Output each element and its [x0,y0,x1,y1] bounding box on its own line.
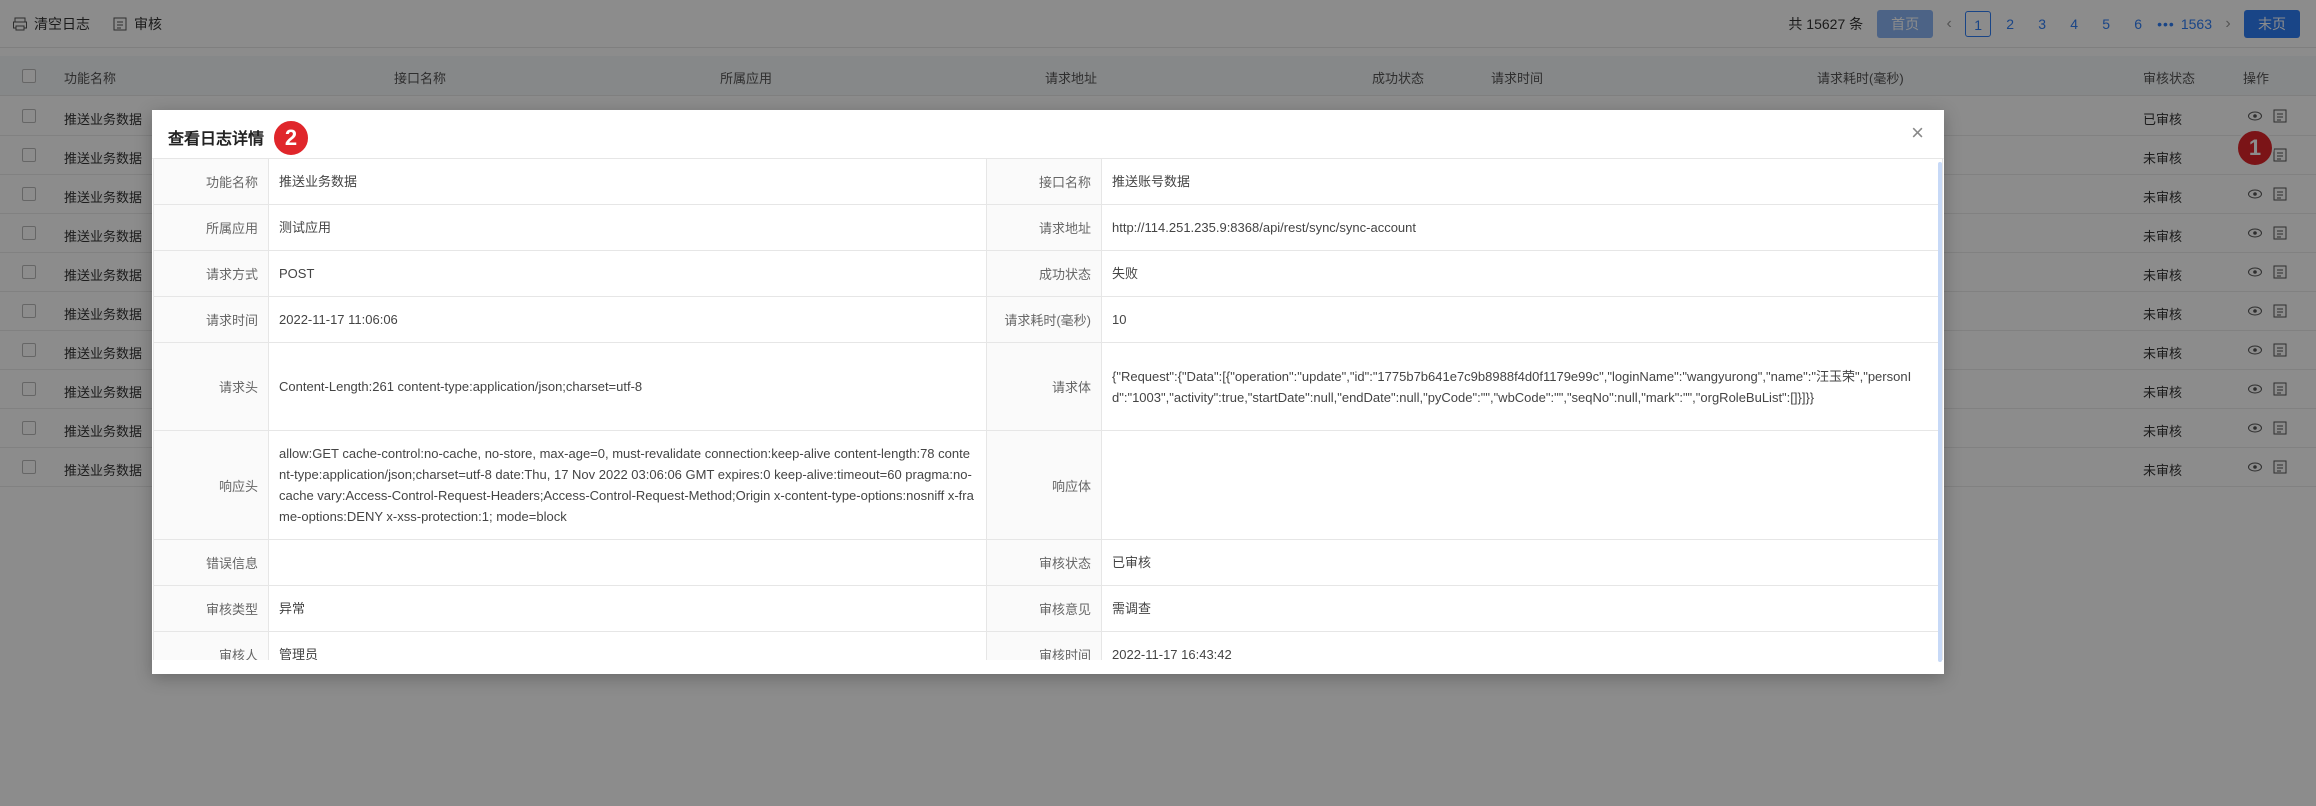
detail-label: 审核意见 [986,585,1102,632]
detail-value: 推送业务数据 [268,158,987,205]
detail-row: 审核类型 异常 审核意见 需调查 [153,585,1943,632]
log-detail-modal: 查看日志详情 × 功能名称 推送业务数据 接口名称 推送账号数据 所属应用 测试应用 请求地… [152,110,1944,674]
detail-value: http://114.251.235.9:8368/api/rest/sync/… [1101,204,1943,251]
detail-label: 请求耗时(毫秒) [986,296,1102,343]
detail-label: 审核类型 [153,585,269,632]
detail-label: 响应体 [986,430,1102,540]
detail-row: 响应头 allow:GET cache-control:no-cache, no-… [153,430,1943,540]
detail-value: 推送账号数据 [1101,158,1943,205]
detail-label: 审核时间 [986,631,1102,660]
detail-label: 请求头 [153,342,269,431]
detail-label: 接口名称 [986,158,1102,205]
detail-label: 所属应用 [153,204,269,251]
detail-label: 审核状态 [986,539,1102,586]
detail-value: 测试应用 [268,204,987,251]
detail-row: 请求方式 POST 成功状态 失败 [153,250,1943,297]
detail-row: 请求头 Content-Length:261 content-type:appli… [153,342,1943,431]
detail-value: Content-Length:261 content-type:applicat… [268,342,987,431]
detail-label: 请求时间 [153,296,269,343]
detail-value: 已审核 [1101,539,1943,586]
detail-row: 请求时间 2022-11-17 11:06:06 请求耗时(毫秒) 10 [153,296,1943,343]
close-icon[interactable]: × [1911,120,1924,146]
detail-label: 请求地址 [986,204,1102,251]
detail-value: 需调查 [1101,585,1943,632]
detail-label: 审核人 [153,631,269,660]
step-badge-2: 2 [272,119,310,157]
detail-row: 审核人 管理员 审核时间 2022-11-17 16:43:42 [153,631,1943,660]
detail-row: 错误信息 审核状态 已审核 [153,539,1943,586]
detail-row: 所属应用 测试应用 请求地址 http://114.251.235.9:8368/ap… [153,204,1943,251]
detail-value: 2022-11-17 11:06:06 [268,296,987,343]
modal-title: 查看日志详情 [168,131,265,148]
detail-row: 功能名称 推送业务数据 接口名称 推送账号数据 [153,158,1943,205]
detail-value: 10 [1101,296,1943,343]
detail-value [1101,430,1943,540]
detail-label: 成功状态 [986,250,1102,297]
modal-header: 查看日志详情 × [152,110,1944,159]
detail-value: 2022-11-17 16:43:42 [1101,631,1943,660]
detail-label: 响应头 [153,430,269,540]
detail-value: 管理员 [268,631,987,660]
detail-value: allow:GET cache-control:no-cache, no-sto… [268,430,987,540]
detail-value [268,539,987,586]
modal-body: 功能名称 推送业务数据 接口名称 推送账号数据 所属应用 测试应用 请求地址 http://1… [152,158,1944,660]
detail-value: 异常 [268,585,987,632]
detail-label: 错误信息 [153,539,269,586]
modal-scrollbar[interactable] [1938,162,1942,662]
detail-value: {"Request":{"Data":[{"operation":"update… [1101,342,1943,431]
detail-label: 功能名称 [153,158,269,205]
detail-label: 请求体 [986,342,1102,431]
detail-table: 功能名称 推送业务数据 接口名称 推送账号数据 所属应用 测试应用 请求地址 http://1… [153,158,1943,660]
detail-value: 失败 [1101,250,1943,297]
detail-label: 请求方式 [153,250,269,297]
detail-value: POST [268,250,987,297]
